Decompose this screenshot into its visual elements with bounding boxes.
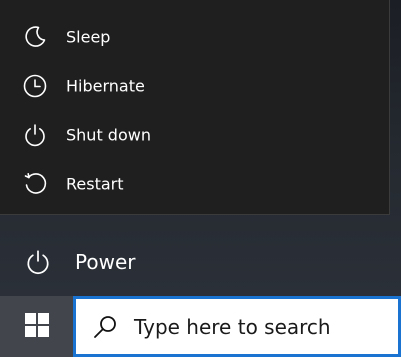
power-label: Power <box>75 250 136 274</box>
start-button[interactable] <box>0 296 73 357</box>
power-button[interactable]: Power <box>0 238 401 286</box>
search-box[interactable]: Type here to search <box>73 296 401 357</box>
power-icon <box>24 248 52 276</box>
power-options-menu: Sleep Hibernate Shut down Restart <box>0 0 390 215</box>
restart-menu-item[interactable]: Restart <box>0 159 389 208</box>
windows-logo-icon <box>24 312 50 342</box>
hibernate-label: Hibernate <box>66 76 145 95</box>
hibernate-menu-item[interactable]: Hibernate <box>0 61 389 110</box>
search-icon <box>91 313 119 341</box>
sleep-menu-item[interactable]: Sleep <box>0 12 389 61</box>
search-placeholder: Type here to search <box>134 314 331 339</box>
taskbar: Type here to search <box>0 296 401 357</box>
moon-icon <box>22 24 48 50</box>
clock-icon <box>22 73 48 99</box>
restart-label: Restart <box>66 174 124 193</box>
start-menu-panel: Sleep Hibernate Shut down Restart Power <box>0 0 401 296</box>
shut-down-menu-item[interactable]: Shut down <box>0 110 389 159</box>
shut-down-label: Shut down <box>66 125 151 144</box>
power-icon <box>22 122 48 148</box>
restart-icon <box>22 171 48 197</box>
sleep-label: Sleep <box>66 27 111 46</box>
